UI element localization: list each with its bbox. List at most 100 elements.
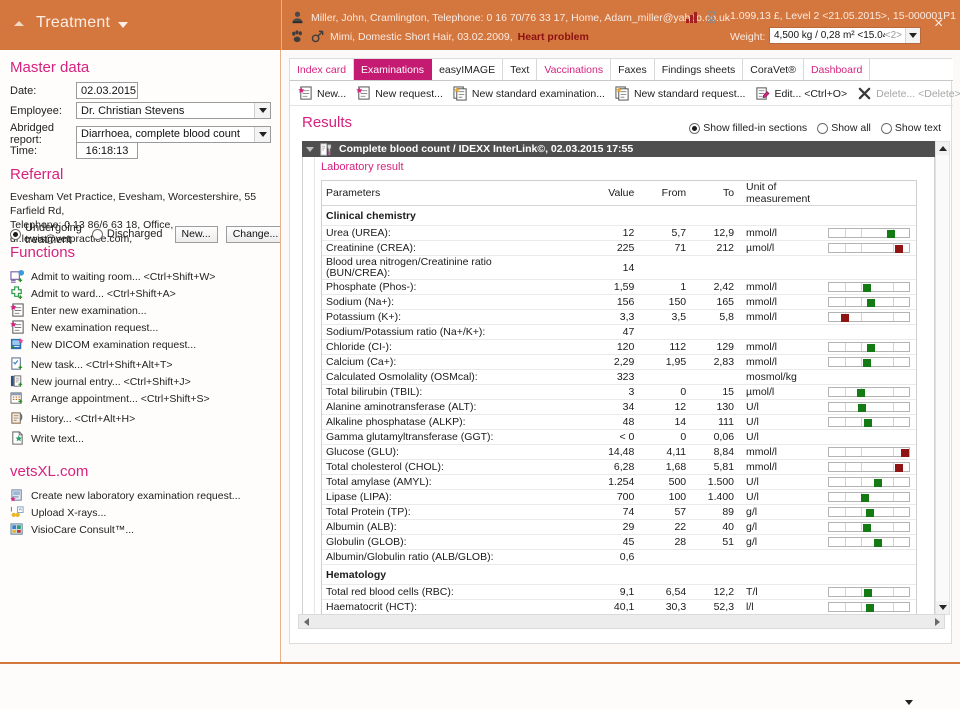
hourglass-icon[interactable]: [704, 10, 718, 24]
employee-dropdown[interactable]: Dr. Christian Stevens: [76, 102, 271, 119]
tab-dashboard[interactable]: Dashboard: [804, 59, 870, 80]
table-header-row: Parameters Value From To Unit of measure…: [322, 181, 916, 206]
table-row[interactable]: Phosphate (Phos-):1,5912,42mmol/l: [322, 280, 916, 295]
option-show-filled-in-sections[interactable]: Show filled-in sections: [689, 122, 807, 134]
cell-unit: g/l: [738, 520, 820, 535]
toolbar-edit[interactable]: Edit... <Ctrl+O>: [755, 86, 847, 101]
table-row[interactable]: Globulin (GLOB):452851g/l: [322, 535, 916, 550]
referral-change-button[interactable]: Change...: [226, 226, 281, 243]
bar-chart-icon[interactable]: [686, 12, 697, 23]
table-row[interactable]: Urea (UREA):125,712,9mmol/l: [322, 226, 916, 241]
table-row[interactable]: Total red blood cells (RBC):9,16,5412,2T…: [322, 585, 916, 600]
function-admit-waiting-room[interactable]: Admit to waiting room... <Ctrl+Shift+W>: [10, 268, 276, 285]
function-history[interactable]: History... <Ctrl+Alt+H>: [10, 410, 276, 427]
chevron-down-icon[interactable]: [118, 22, 128, 28]
table-row[interactable]: Albumin/Globulin ratio (ALB/GLOB):0,6: [322, 550, 916, 565]
function-arrange-appointment[interactable]: Arrange appointment... <Ctrl+Shift+S>: [10, 390, 276, 407]
chevron-down-icon[interactable]: [254, 103, 270, 118]
cell-parameter: Albumin (ALB):: [322, 520, 583, 535]
table-row[interactable]: Gamma glutamyltransferase (GGT):< 000,06…: [322, 430, 916, 445]
table-row[interactable]: Blood urea nitrogen/Creatinine ratio(BUN…: [322, 256, 916, 280]
table-row[interactable]: Glucose (GLU):14,484,118,84mmol/l: [322, 445, 916, 460]
table-row[interactable]: Total amylase (AMYL):1.2545001.500U/l: [322, 475, 916, 490]
scroll-left-button[interactable]: [299, 615, 313, 628]
toolbar-new-request[interactable]: New request...: [356, 86, 443, 101]
scroll-down-button[interactable]: [936, 601, 949, 614]
chevron-down-icon[interactable]: [905, 28, 920, 43]
toolbar-new-standard-request[interactable]: New standard request...: [615, 86, 745, 101]
radio-show-text[interactable]: [881, 123, 892, 134]
table-row[interactable]: Total cholesterol (CHOL):6,281,685,81mmo…: [322, 460, 916, 475]
function-new-task[interactable]: New task... <Ctrl+Shift+Alt+T>: [10, 356, 276, 373]
cell-value: 9,1: [583, 585, 639, 600]
result-section-header[interactable]: Complete blood count / IDEXX InterLink©,…: [302, 141, 935, 157]
tab-faxes[interactable]: Faxes: [611, 59, 655, 80]
table-row[interactable]: Haematocrit (HCT):40,130,352,3l/l: [322, 600, 916, 615]
tab-easyimage[interactable]: easyIMAGE: [432, 59, 503, 80]
referral-new-button[interactable]: New...: [175, 226, 218, 243]
tab-findings-sheets[interactable]: Findings sheets: [655, 59, 744, 80]
chevron-down-icon[interactable]: [254, 127, 270, 142]
horizontal-scrollbar[interactable]: [298, 614, 945, 629]
vetsxl-upload-xrays[interactable]: Upload X-rays...: [10, 504, 276, 521]
tab-examinations[interactable]: Examinations: [354, 59, 432, 80]
function-new-examination-request[interactable]: New examination request...: [10, 319, 276, 336]
table-row[interactable]: Total Protein (TP):745789g/l: [322, 505, 916, 520]
visiocare-icon: [10, 522, 25, 537]
tab-index-card[interactable]: Index card: [290, 59, 354, 80]
vetsxl-create-lab-request[interactable]: Create new laboratory examination reques…: [10, 487, 276, 504]
patient-info[interactable]: Mimi, Domestic Short Hair, 03.02.2009, H…: [290, 29, 589, 44]
function-write-text[interactable]: Write text...: [10, 430, 276, 447]
close-icon[interactable]: ×: [934, 16, 943, 32]
table-row[interactable]: Calcium (Ca+):2,291,952,83mmol/l: [322, 355, 916, 370]
radio-undergoing-treatment[interactable]: [10, 229, 21, 240]
weight-dropdown[interactable]: 4,500 kg / 0,28 m² <15.04.2015> <2>: [769, 27, 921, 44]
function-enter-new-examination[interactable]: Enter new examination...: [10, 302, 276, 319]
table-row[interactable]: Albumin (ALB):292240g/l: [322, 520, 916, 535]
tab-coravet[interactable]: CoraVet®: [743, 59, 804, 80]
vertical-scrollbar[interactable]: [935, 141, 950, 615]
radio-show-filled-in[interactable]: [689, 123, 700, 134]
vetsxl-visiocare-consult[interactable]: VisioCare Consult™...: [10, 521, 276, 538]
table-row[interactable]: Sodium/Potassium ratio (Na+/K+):47: [322, 325, 916, 340]
table-row[interactable]: Alkaline phosphatase (ALKP):4814111U/l: [322, 415, 916, 430]
function-admit-ward[interactable]: Admit to ward... <Ctrl+Shift+A>: [10, 285, 276, 302]
option-show-text[interactable]: Show text: [881, 122, 941, 134]
option-show-all[interactable]: Show all: [817, 122, 871, 134]
table-row[interactable]: Calculated Osmolality (OSMcal):323mosmol…: [322, 370, 916, 385]
table-row[interactable]: Creatinine (CREA):22571212µmol/l: [322, 241, 916, 256]
table-row[interactable]: Potassium (K+):3,33,55,8mmol/l: [322, 310, 916, 325]
radio-discharged[interactable]: [92, 229, 103, 240]
triangle-up-icon[interactable]: [14, 21, 24, 26]
examinations-toolbar: New... New request... New standard exami…: [290, 82, 953, 106]
triangle-down-icon[interactable]: [306, 147, 314, 152]
toolbar-new[interactable]: New...: [298, 86, 346, 101]
cell-range-indicator: [820, 550, 916, 565]
scroll-up-button[interactable]: [936, 142, 949, 155]
tab-vaccinations[interactable]: Vaccinations: [537, 59, 611, 80]
col-to: To: [690, 181, 738, 206]
abridged-report-dropdown[interactable]: Diarrhoea, complete blood count: [76, 126, 271, 143]
function-new-journal-entry[interactable]: New journal entry... <Ctrl+Shift+J>: [10, 373, 276, 390]
chevron-down-icon[interactable]: [902, 695, 916, 709]
table-row[interactable]: Alanine aminotransferase (ALT):3412130U/…: [322, 400, 916, 415]
table-row[interactable]: Total bilirubin (TBIL):3015µmol/l: [322, 385, 916, 400]
tab-text[interactable]: Text: [503, 59, 537, 80]
table-row[interactable]: Lipase (LIPA):7001001.400U/l: [322, 490, 916, 505]
radio-show-all[interactable]: [817, 123, 828, 134]
patient-text: Mimi, Domestic Short Hair, 03.02.2009,: [330, 31, 513, 43]
employee-value: Dr. Christian Stevens: [77, 105, 188, 117]
toolbar-new-standard-examination[interactable]: New standard examination...: [453, 86, 605, 101]
scroll-right-button[interactable]: [930, 615, 944, 628]
cell-to: 89: [690, 505, 738, 520]
table-row[interactable]: Chloride (CI-):120112129mmol/l: [322, 340, 916, 355]
cell-value: 34: [583, 400, 639, 415]
range-marker-ok: [861, 494, 869, 502]
cell-value: 40,1: [583, 600, 639, 615]
table-row[interactable]: Sodium (Na+):156150165mmol/l: [322, 295, 916, 310]
owner-info[interactable]: Miller, John, Cramlington, Telephone: 0 …: [290, 10, 730, 25]
date-field[interactable]: 02.03.2015: [76, 82, 138, 99]
cell-unit: [738, 550, 820, 565]
time-field[interactable]: 16:18:13: [76, 142, 138, 159]
function-new-dicom-request[interactable]: New DICOM examination request...: [10, 336, 276, 353]
